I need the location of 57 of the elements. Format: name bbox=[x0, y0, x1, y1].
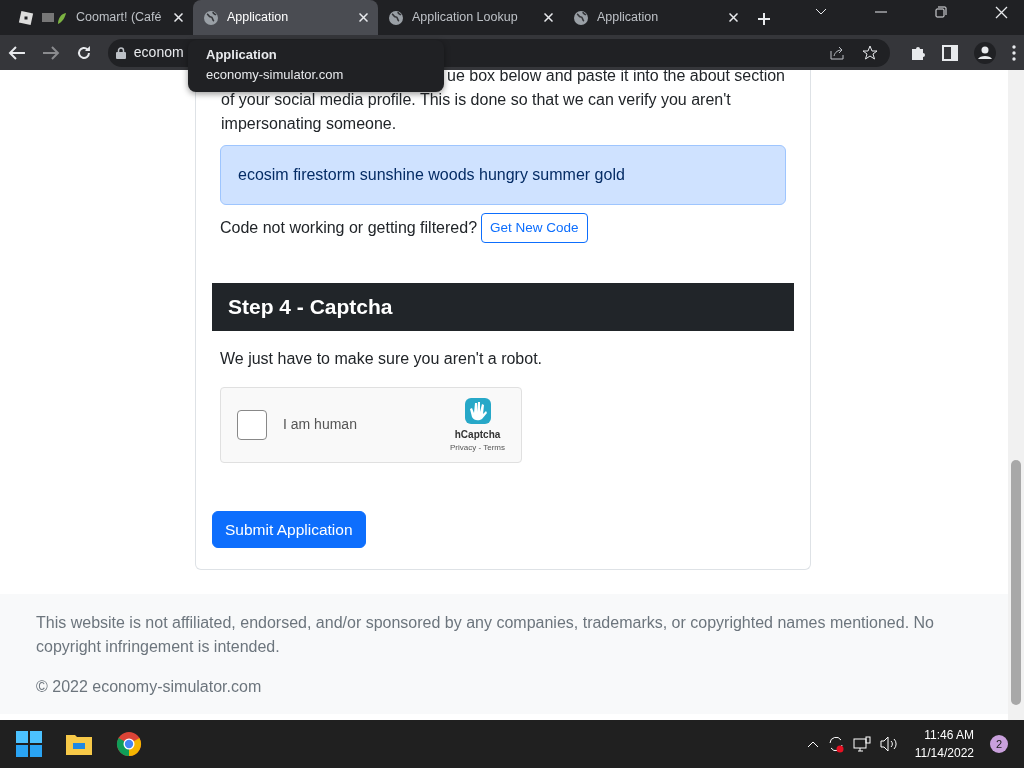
leaf-icon bbox=[42, 10, 68, 25]
verification-code: ecosim firestorm sunshine woods hungry summer gold bbox=[238, 166, 625, 183]
captcha-brand: hCaptcha bbox=[454, 428, 501, 443]
windows-icon[interactable] bbox=[16, 731, 42, 757]
browser-tab[interactable]: Coomart! (Café bbox=[8, 0, 193, 35]
browser-tab[interactable]: Application bbox=[563, 0, 748, 35]
share-icon[interactable] bbox=[830, 45, 846, 60]
globe-icon bbox=[573, 9, 589, 26]
scroll-thumb[interactable] bbox=[1011, 460, 1021, 705]
globe-icon bbox=[203, 9, 219, 26]
folder-icon[interactable] bbox=[66, 733, 92, 755]
close-icon[interactable] bbox=[995, 5, 1008, 19]
new-tab-icon[interactable] bbox=[756, 11, 772, 27]
sidebar-icon[interactable] bbox=[942, 44, 958, 61]
game-icon bbox=[18, 9, 34, 26]
submit-button[interactable]: Submit Application bbox=[212, 510, 366, 548]
chevron-up-icon[interactable] bbox=[806, 740, 819, 748]
forward-icon[interactable] bbox=[41, 44, 60, 61]
code-help-text: Code not working or getting filtered? bbox=[220, 218, 478, 239]
puzzle-icon[interactable] bbox=[910, 44, 926, 61]
tooltip-url: economy-simulator.com bbox=[206, 65, 345, 84]
disclaimer-text: This website is not affiliated, endorsed, and/or sponsored by any companies, trademarks, or copyrighted names mentioned. No copyright infringement is intended. bbox=[36, 613, 935, 657]
reload-icon[interactable] bbox=[75, 44, 92, 61]
browser-tab[interactable]: Application Lookup bbox=[378, 0, 563, 35]
restore-icon[interactable] bbox=[935, 6, 947, 18]
volume-icon[interactable] bbox=[878, 736, 899, 752]
close-icon[interactable] bbox=[544, 13, 553, 22]
instructions-text: impersonating someone. bbox=[221, 115, 397, 132]
captcha-label: I am human bbox=[283, 415, 357, 435]
captcha-links[interactable]: Privacy - Terms bbox=[450, 442, 505, 455]
browser-tab[interactable]: Application bbox=[193, 0, 378, 35]
date-text: 11/14/2022 bbox=[914, 745, 974, 762]
sync-icon[interactable] bbox=[826, 735, 845, 753]
clock[interactable]: 11:46 AM 11/14/2022 bbox=[914, 726, 974, 762]
network-icon[interactable] bbox=[852, 736, 871, 752]
step-text: We just have to make sure you aren't a robot. bbox=[219, 348, 544, 369]
lock-icon bbox=[115, 46, 126, 59]
instructions-text: of your social media profile. This is done so that we can verify you aren't bbox=[221, 91, 731, 108]
close-icon[interactable] bbox=[174, 13, 183, 22]
back-icon[interactable] bbox=[8, 44, 26, 61]
copyright-text: © 2022 economy-simulator.com bbox=[36, 677, 263, 697]
notification-badge[interactable]: 2 bbox=[990, 735, 1008, 753]
close-icon[interactable] bbox=[729, 13, 738, 22]
star-icon[interactable] bbox=[862, 44, 878, 61]
captcha-checkbox[interactable] bbox=[237, 409, 267, 440]
new-code-button[interactable]: Get New Code bbox=[481, 213, 588, 244]
step-heading: Step 4 - Captcha bbox=[212, 283, 794, 331]
tooltip-title: Application bbox=[206, 46, 278, 64]
menu-icon[interactable] bbox=[1012, 44, 1016, 61]
close-icon[interactable] bbox=[359, 13, 368, 22]
chevron-down-icon[interactable] bbox=[815, 8, 827, 16]
profile-icon[interactable] bbox=[974, 41, 996, 64]
url-text: econom bbox=[133, 43, 184, 62]
instructions-text: ue box below and paste it into the about section bbox=[447, 70, 785, 84]
chrome-icon[interactable] bbox=[116, 731, 142, 757]
globe-icon bbox=[388, 9, 404, 26]
time-text: 11:46 AM bbox=[923, 727, 974, 744]
